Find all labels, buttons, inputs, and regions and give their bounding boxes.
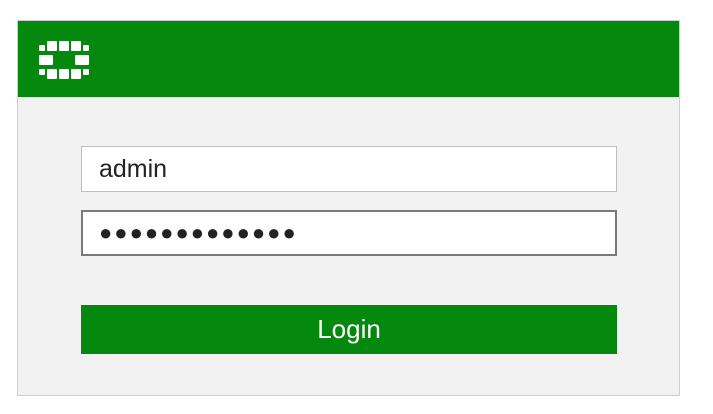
password-field[interactable]: ●●●●●●●●●●●●● <box>81 210 617 256</box>
login-button-label: Login <box>317 314 381 344</box>
header-bar <box>18 21 679 97</box>
login-button[interactable]: Login <box>81 305 617 354</box>
username-value: admin <box>99 154 168 183</box>
username-field[interactable]: admin <box>81 146 617 192</box>
login-panel: admin ●●●●●●●●●●●●● Login <box>17 20 680 396</box>
password-value: ●●●●●●●●●●●●● <box>99 220 298 245</box>
fortinet-logo-icon <box>39 41 89 79</box>
